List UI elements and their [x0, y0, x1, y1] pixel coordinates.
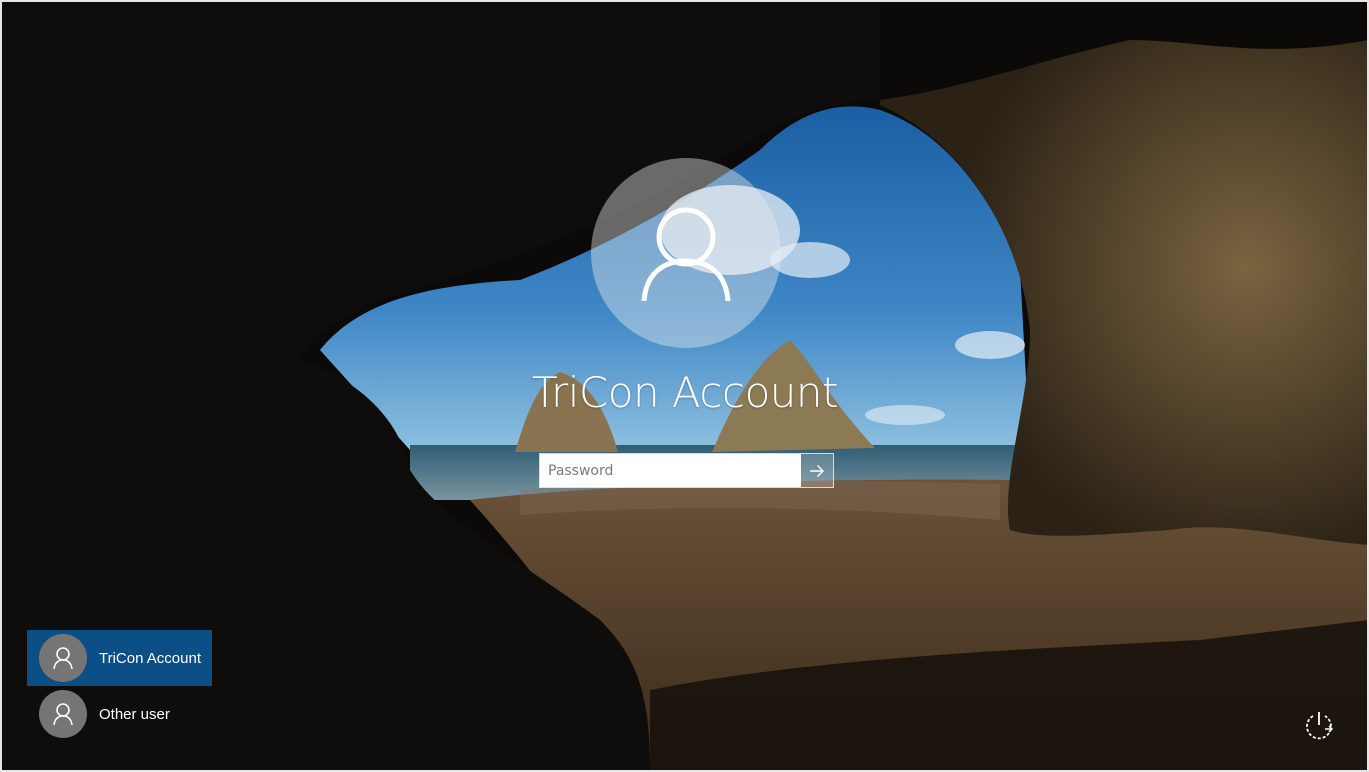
account-name: TriCon Account: [532, 368, 839, 417]
user-icon: [53, 647, 73, 670]
user-icon: [53, 703, 73, 726]
arrow-right-icon: [810, 464, 824, 477]
password-box: [539, 453, 834, 488]
user-item-other-user[interactable]: Other user: [27, 686, 212, 742]
user-avatar: [39, 690, 87, 738]
user-avatar: [39, 634, 87, 682]
user-switcher: TriCon Account Other user: [27, 630, 212, 742]
user-item-tricon-account[interactable]: TriCon Account: [27, 630, 212, 686]
window-frame: [0, 0, 2, 772]
password-input[interactable]: [540, 454, 801, 487]
user-item-label: TriCon Account: [99, 649, 201, 667]
window-frame: [0, 0, 1369, 2]
account-avatar: [591, 158, 781, 348]
power-icon: [1306, 712, 1334, 740]
power-button[interactable]: [1301, 707, 1337, 743]
user-item-label: Other user: [99, 705, 170, 723]
lock-screen: TriCon Account TriCon Account Other user: [0, 0, 1369, 772]
submit-button[interactable]: [801, 454, 833, 487]
user-icon: [641, 207, 731, 302]
